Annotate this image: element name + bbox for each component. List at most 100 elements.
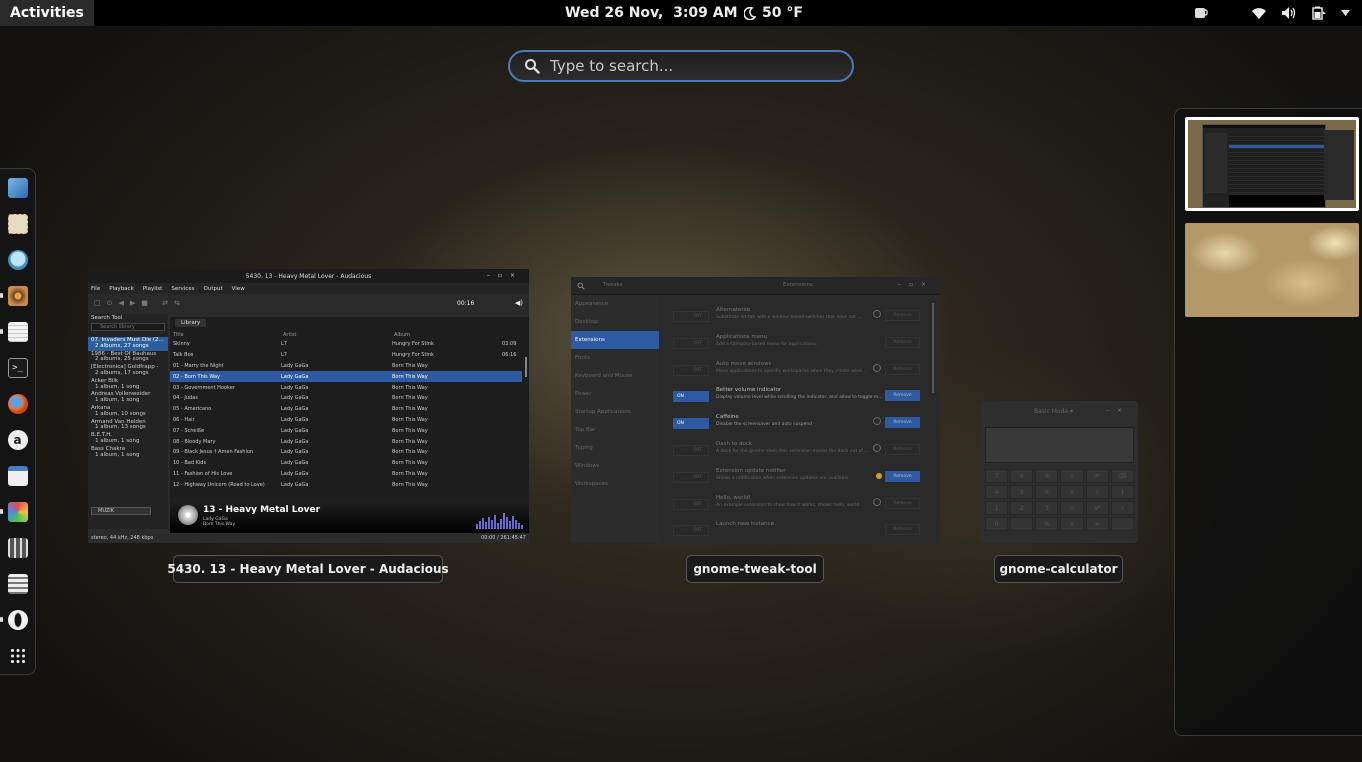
artist-list-item[interactable]: 1986 - Best Of Bauhaus 2 albums, 25 songs <box>88 351 168 365</box>
remove-button[interactable]: Remove <box>885 470 920 482</box>
dash-item-text-editor[interactable] <box>0 319 30 345</box>
playlist-row[interactable]: 09 - Black Jesus † Amen Fashion Lady GaGa… <box>170 447 522 458</box>
extension-toggle[interactable]: OFF <box>673 498 709 510</box>
dropdown-arrow-icon[interactable] <box>1341 10 1350 16</box>
dash-item-show-applications[interactable] <box>6 643 30 669</box>
calculator-key[interactable]: . <box>1010 517 1034 531</box>
calculator-key[interactable]: 3 <box>1035 501 1059 515</box>
calculator-key[interactable]: × <box>1060 485 1084 499</box>
speaker-icon[interactable]: ◀) <box>515 299 523 307</box>
calculator-display[interactable] <box>985 427 1134 463</box>
playlist-row[interactable]: 03 - Government Hooker Lady GaGa Born This… <box>170 382 522 393</box>
extension-toggle[interactable]: OFF <box>673 525 709 537</box>
search-icon[interactable] <box>577 282 585 290</box>
playlist-row[interactable]: 06 - Hair Lady GaGa Born This Way <box>170 415 522 426</box>
calculator-key[interactable]: 5 <box>1010 485 1034 499</box>
tweak-nav-item[interactable]: Workspaces <box>571 475 659 493</box>
menu-view[interactable]: View <box>232 286 245 292</box>
dash-item-terminal[interactable]: >_ <box>6 355 30 381</box>
calculator-key[interactable]: 4 <box>985 485 1009 499</box>
calculator-key[interactable]: ↶ <box>1085 469 1109 483</box>
playlist-row[interactable]: 05 - Americano Lady GaGa Born This Way <box>170 404 522 415</box>
playlist-row[interactable]: 08 - Bloody Mary Lady GaGa Born This Way <box>170 436 522 447</box>
calculator-key[interactable]: ) <box>1110 485 1134 499</box>
calculator-key[interactable]: + <box>1060 517 1084 531</box>
battery-icon[interactable] <box>1311 6 1327 20</box>
calculator-key[interactable]: 9 <box>1035 469 1059 483</box>
calculator-key[interactable]: 7 <box>985 469 1009 483</box>
tweak-nav-item[interactable]: Top Bar <box>571 421 659 439</box>
gear-icon[interactable] <box>873 497 881 506</box>
dash-item-calculator[interactable] <box>6 571 30 597</box>
calculator-key[interactable]: ÷ <box>1060 469 1084 483</box>
remove-button[interactable]: Remove <box>885 363 920 375</box>
volume-icon[interactable] <box>1281 6 1297 20</box>
mode-selector[interactable]: Basic Mode ▾ <box>1034 408 1073 415</box>
tweak-tool-window-caption[interactable]: gnome-tweak-tool <box>686 555 824 583</box>
tweak-nav-item[interactable]: Power <box>571 385 659 403</box>
calculator-key[interactable]: ( <box>1085 485 1109 499</box>
gear-icon[interactable] <box>873 363 881 372</box>
menu-file[interactable]: File <box>91 286 100 292</box>
tweak-nav-item[interactable]: Keyboard and Mouse <box>571 367 659 385</box>
gear-icon[interactable] <box>873 310 881 318</box>
tweak-nav-item[interactable]: Desktop <box>571 313 659 331</box>
calculator-key[interactable]: 8 <box>1010 469 1034 483</box>
artist-list-item[interactable]: B.E.T.H. 1 album, 1 song <box>88 432 168 446</box>
calculator-key[interactable]: 0 <box>985 517 1009 531</box>
calculator-key[interactable]: x² <box>1085 501 1109 515</box>
artist-list-item[interactable]: Bass Chakra 1 album, 1 song <box>88 446 168 460</box>
tweak-nav-item[interactable]: Typing <box>571 439 659 457</box>
dash-item-tweak-tool[interactable] <box>6 535 30 561</box>
search-input[interactable] <box>550 57 840 75</box>
remove-button[interactable]: Remove <box>885 390 920 402</box>
workspace-1-thumbnail[interactable] <box>1185 117 1359 211</box>
artist-list-item[interactable]: Acker Bilk 1 album, 1 song <box>88 378 168 392</box>
calculator-key[interactable]: = <box>1085 517 1109 531</box>
dash-item-audacious[interactable] <box>0 283 30 309</box>
dash-item-amazon[interactable]: a <box>6 427 30 453</box>
tweak-nav-item[interactable]: Fonts <box>571 349 659 367</box>
menu-playlist[interactable]: Playlist <box>143 286 163 292</box>
gear-icon[interactable] <box>873 443 881 452</box>
remove-button[interactable]: Remove <box>885 497 920 509</box>
playlist-row[interactable]: Skinny L7 Hungry For Stink 03:09 <box>170 339 522 350</box>
playlist-row[interactable]: Talk Box L7 Hungry For Stink 06:16 <box>170 350 522 361</box>
audacious-window-preview[interactable]: 5430. 13 - Heavy Metal Lover - Audacious… <box>88 269 529 543</box>
dash-item-document[interactable] <box>6 463 30 489</box>
calculator-key[interactable]: ⌫ <box>1110 469 1134 483</box>
library-search-field[interactable]: Search library <box>91 323 165 331</box>
library-select[interactable]: MUZIK <box>91 507 151 515</box>
remove-button[interactable]: Remove <box>885 443 920 455</box>
playback-controls[interactable]: □⊙◀▶■ ⇄⇆ <box>94 299 186 307</box>
extension-toggle[interactable]: OFF <box>673 444 709 456</box>
tweak-nav-item[interactable]: Startup Applications <box>571 403 659 421</box>
remove-button[interactable]: Remove <box>885 310 920 321</box>
playlist-row[interactable]: 04 - Judas Lady GaGa Born This Way <box>170 393 522 404</box>
calculator-key[interactable]: − <box>1060 501 1084 515</box>
calculator-key[interactable]: 1 <box>985 501 1009 515</box>
audacious-window-caption[interactable]: 5430. 13 - Heavy Metal Lover - Audacious <box>167 555 449 583</box>
gear-icon[interactable] <box>873 417 881 426</box>
weather-indicator[interactable]: 50 °F <box>744 0 803 26</box>
calculator-window-caption[interactable]: gnome-calculator <box>994 555 1123 583</box>
extension-toggle[interactable]: OFF <box>673 364 709 376</box>
activities-button[interactable]: Activities <box>0 0 94 26</box>
search-box[interactable] <box>508 50 854 82</box>
extension-toggle[interactable]: OFF <box>673 471 709 483</box>
tweak-nav-item[interactable]: Extensions <box>571 331 659 349</box>
dash-item-chat[interactable] <box>6 247 30 273</box>
playlist-scrollbar[interactable] <box>525 357 527 377</box>
extension-toggle[interactable]: ON <box>673 391 709 403</box>
tab-library[interactable]: Library <box>175 319 207 327</box>
remove-button[interactable]: Remove <box>885 524 920 536</box>
tweak-nav-item[interactable]: Appearance <box>571 295 659 313</box>
artist-list-item[interactable]: Andreas Vollenweider 1 album, 1 song <box>88 391 168 405</box>
playlist-row[interactable]: 10 - Bad Kids Lady GaGa Born This Way <box>170 458 522 469</box>
artist-list-item[interactable]: Armand Van Helden 1 album, 13 songs <box>88 419 168 433</box>
extension-toggle[interactable]: OFF <box>673 337 709 349</box>
column-title[interactable]: Title <box>173 332 184 338</box>
calculator-key[interactable]: 6 <box>1035 485 1059 499</box>
calculator-key[interactable]: % <box>1035 517 1059 531</box>
menu-output[interactable]: Output <box>204 286 223 292</box>
